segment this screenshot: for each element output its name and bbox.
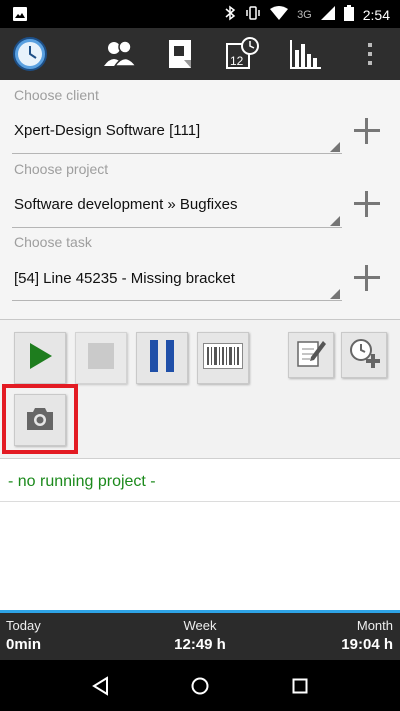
calendar-clock-icon[interactable]: 12 <box>224 36 260 72</box>
today-label: Today <box>6 618 41 633</box>
system-nav-bar <box>0 660 400 711</box>
image-notification-icon <box>12 6 28 27</box>
battery-icon <box>343 5 354 24</box>
add-client-button[interactable] <box>352 116 382 146</box>
stop-icon <box>87 342 115 375</box>
chart-icon[interactable] <box>288 36 324 72</box>
today-stat: Today 0min <box>6 618 41 653</box>
time-stats-bar: Today 0min Week 12:49 h Month 19:04 h <box>0 613 400 660</box>
today-value: 0min <box>6 636 42 653</box>
overflow-menu-icon[interactable] <box>352 36 388 72</box>
home-icon[interactable] <box>186 672 214 700</box>
contacts-icon[interactable] <box>102 36 138 72</box>
running-project-status: - no running project - <box>8 473 156 490</box>
signal-icon <box>320 6 335 23</box>
add-project-button[interactable] <box>352 189 382 219</box>
stop-button[interactable] <box>75 332 127 384</box>
week-stat: Week 12:49 h <box>140 618 260 653</box>
pause-icon <box>148 339 176 377</box>
week-value: 12:49 h <box>174 636 226 653</box>
task-underline <box>12 300 342 301</box>
wifi-icon <box>270 6 289 23</box>
add-time-icon <box>347 336 381 375</box>
project-spinner[interactable]: Software development » Bugfixes <box>14 196 237 213</box>
task-label: Choose task <box>14 234 92 250</box>
dropdown-arrow-icon <box>330 289 340 299</box>
network-type: 3G <box>297 8 312 21</box>
project-icon[interactable] <box>162 36 198 72</box>
client-underline <box>12 153 342 154</box>
bluetooth-icon <box>224 5 236 24</box>
section-divider <box>0 319 400 320</box>
clock-time: 2:54 <box>362 6 390 23</box>
add-time-button[interactable] <box>341 332 387 378</box>
start-button[interactable] <box>14 332 66 384</box>
clock-icon[interactable] <box>12 36 48 72</box>
week-label: Week <box>183 618 217 633</box>
barcode-icon <box>203 342 243 374</box>
client-spinner[interactable]: Xpert-Design Software [111] <box>14 122 200 139</box>
recents-icon[interactable] <box>286 672 314 700</box>
vibrate-icon <box>245 5 261 24</box>
task-spinner[interactable]: [54] Line 45235 - Missing bracket <box>14 270 235 287</box>
project-label: Choose project <box>14 161 109 177</box>
note-edit-icon <box>295 337 327 374</box>
app-toolbar: 12 <box>0 28 400 80</box>
back-icon[interactable] <box>86 672 114 700</box>
running-project-panel: - no running project - <box>0 458 400 610</box>
month-value: 19:04 h <box>341 636 393 653</box>
selection-form: Choose client Xpert-Design Software [111… <box>0 80 400 320</box>
month-label: Month <box>356 618 393 633</box>
dropdown-arrow-icon <box>330 216 340 226</box>
month-stat: Month 19:04 h <box>341 618 393 653</box>
dropdown-arrow-icon <box>330 142 340 152</box>
running-divider <box>0 501 400 502</box>
add-task-button[interactable] <box>352 263 382 293</box>
pause-button[interactable] <box>136 332 188 384</box>
edit-note-button[interactable] <box>288 332 334 378</box>
project-underline <box>12 227 342 228</box>
play-icon <box>25 341 55 376</box>
svg-text:12: 12 <box>230 54 244 68</box>
highlight-frame <box>2 384 78 454</box>
barcode-button[interactable] <box>197 332 249 384</box>
client-label: Choose client <box>14 87 99 103</box>
status-bar: 3G 2:54 <box>0 0 400 28</box>
